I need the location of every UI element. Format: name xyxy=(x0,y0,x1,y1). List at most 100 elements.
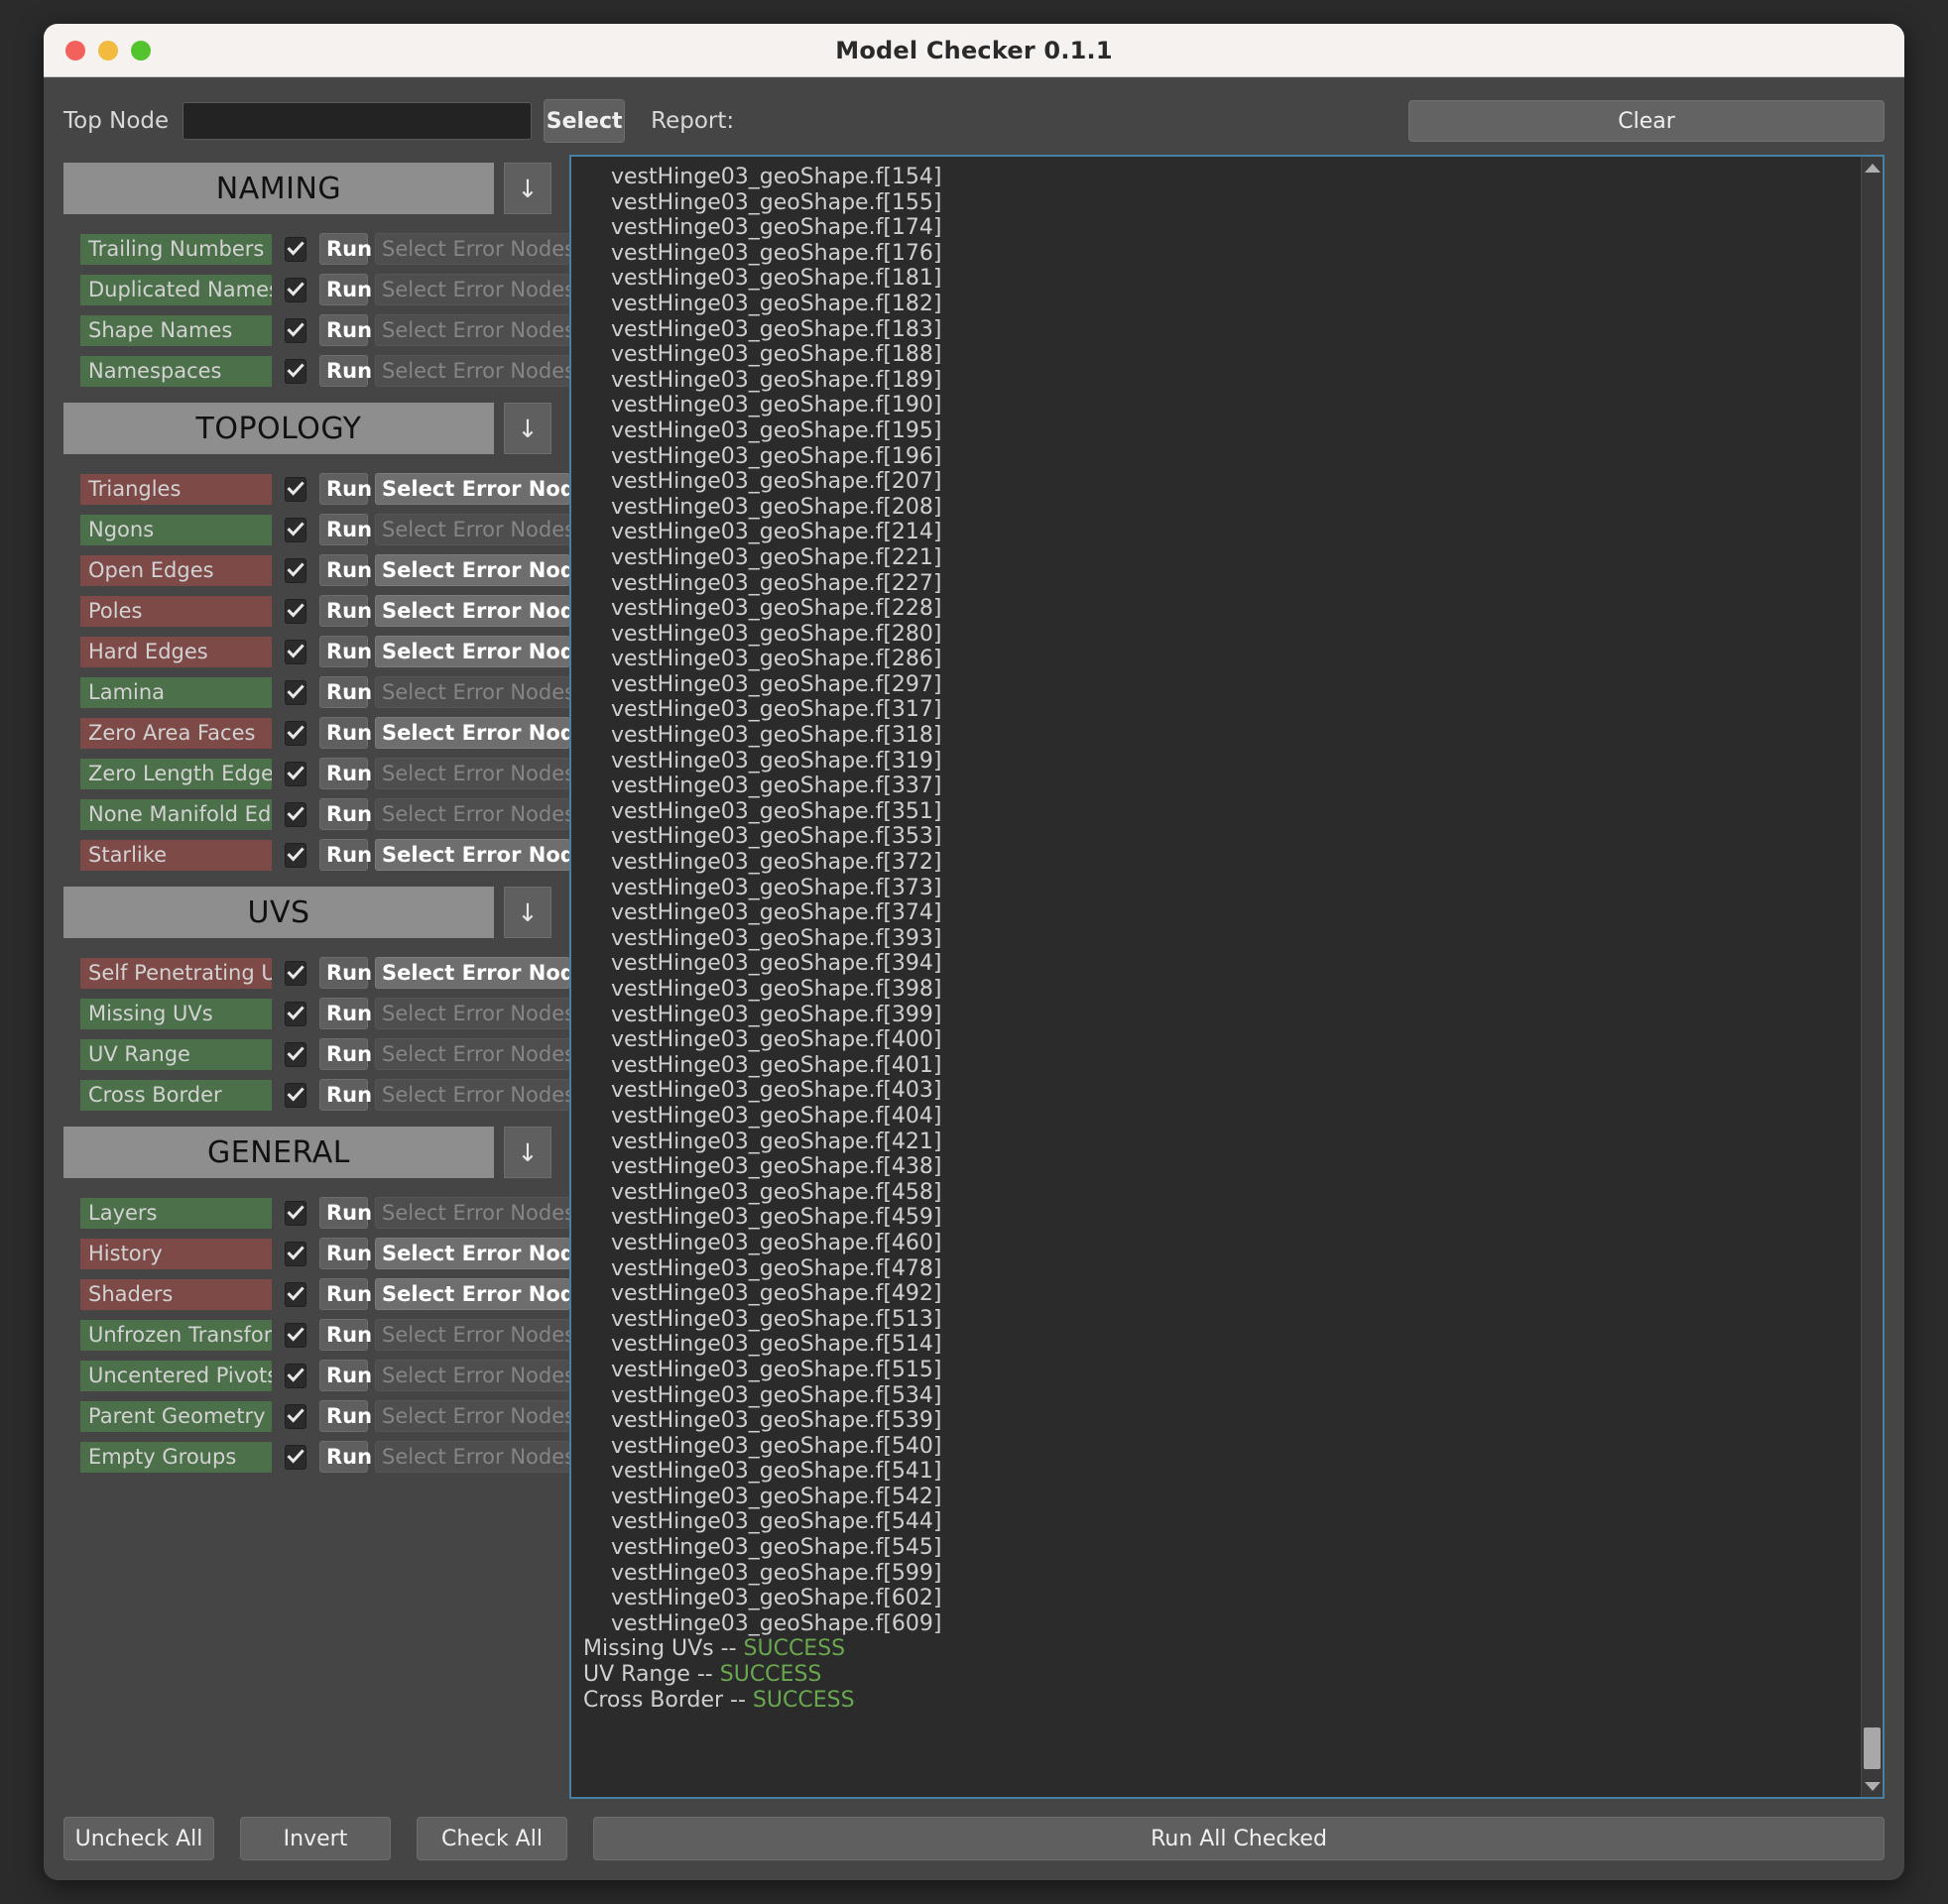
select-error-nodes-button[interactable]: Select Error Nodes xyxy=(375,717,602,749)
check-checkbox[interactable] xyxy=(285,679,306,705)
check-label[interactable]: Unfrozen Transforms xyxy=(80,1319,272,1351)
check-label[interactable]: Poles xyxy=(80,595,272,627)
run-check-button[interactable]: Run xyxy=(319,1079,372,1111)
collapse-arrow-down-icon[interactable]: ↓ xyxy=(504,1127,551,1178)
check-checkbox[interactable] xyxy=(285,1444,306,1470)
check-checkbox[interactable] xyxy=(285,639,306,664)
check-label[interactable]: Starlike xyxy=(80,839,272,871)
check-all-button[interactable]: Check All xyxy=(417,1817,567,1860)
run-check-button[interactable]: Run xyxy=(319,473,372,505)
scroll-down-icon[interactable] xyxy=(1862,1775,1883,1797)
run-check-button[interactable]: Run xyxy=(319,839,372,871)
run-check-button[interactable]: Run xyxy=(319,676,372,708)
run-check-button[interactable]: Run xyxy=(319,717,372,749)
check-label[interactable]: Self Penetrating UVs xyxy=(80,957,272,989)
check-label[interactable]: Open Edges xyxy=(80,554,272,586)
run-check-button[interactable]: Run xyxy=(319,1038,372,1070)
run-check-button[interactable]: Run xyxy=(319,957,372,989)
collapse-arrow-down-icon[interactable]: ↓ xyxy=(504,887,551,938)
check-label[interactable]: Zero Area Faces xyxy=(80,717,272,749)
check-checkbox[interactable] xyxy=(285,1322,306,1348)
run-check-button[interactable]: Run xyxy=(319,758,372,789)
check-checkbox[interactable] xyxy=(285,1403,306,1429)
run-check-button[interactable]: Run xyxy=(319,1360,372,1391)
check-label[interactable]: Lamina xyxy=(80,676,272,708)
run-check-button[interactable]: Run xyxy=(319,1319,372,1351)
check-checkbox[interactable] xyxy=(285,1041,306,1067)
check-checkbox[interactable] xyxy=(285,842,306,868)
run-check-button[interactable]: Run xyxy=(319,314,372,346)
check-label[interactable]: Layers xyxy=(80,1197,272,1229)
scroll-up-icon[interactable] xyxy=(1862,157,1883,178)
check-checkbox[interactable] xyxy=(285,960,306,986)
check-label[interactable]: Hard Edges xyxy=(80,636,272,667)
select-button[interactable]: Select xyxy=(544,99,626,143)
run-check-button[interactable]: Run xyxy=(319,595,372,627)
category-header-general[interactable]: GENERAL xyxy=(63,1127,494,1178)
run-check-button[interactable]: Run xyxy=(319,554,372,586)
minimize-window-icon[interactable] xyxy=(98,40,118,60)
uncheck-all-button[interactable]: Uncheck All xyxy=(63,1817,214,1860)
close-window-icon[interactable] xyxy=(65,40,85,60)
check-label[interactable]: Shaders xyxy=(80,1278,272,1310)
check-label[interactable]: Zero Length Edges xyxy=(80,758,272,789)
check-checkbox[interactable] xyxy=(285,1363,306,1388)
run-check-button[interactable]: Run xyxy=(319,1278,372,1310)
select-error-nodes-button[interactable]: Select Error Nodes xyxy=(375,1278,602,1310)
check-label[interactable]: Namespaces xyxy=(80,355,272,387)
run-check-button[interactable]: Run xyxy=(319,1400,372,1432)
run-check-button[interactable]: Run xyxy=(319,1441,372,1473)
check-label[interactable]: None Manifold Edges xyxy=(80,798,272,830)
scrollbar-thumb[interactable] xyxy=(1864,1727,1881,1769)
check-checkbox[interactable] xyxy=(285,236,306,262)
select-error-nodes-button[interactable]: Select Error Nodes xyxy=(375,595,602,627)
check-checkbox[interactable] xyxy=(285,1082,306,1108)
invert-button[interactable]: Invert xyxy=(240,1817,391,1860)
select-error-nodes-button[interactable]: Select Error Nodes xyxy=(375,636,602,667)
check-checkbox[interactable] xyxy=(285,720,306,746)
check-checkbox[interactable] xyxy=(285,761,306,786)
run-check-button[interactable]: Run xyxy=(319,514,372,545)
select-error-nodes-button[interactable]: Select Error Nodes xyxy=(375,839,602,871)
check-label[interactable]: Parent Geometry xyxy=(80,1400,272,1432)
run-check-button[interactable]: Run xyxy=(319,636,372,667)
collapse-arrow-down-icon[interactable]: ↓ xyxy=(504,403,551,454)
check-checkbox[interactable] xyxy=(285,317,306,343)
run-check-button[interactable]: Run xyxy=(319,798,372,830)
check-checkbox[interactable] xyxy=(285,1001,306,1026)
category-header-uvs[interactable]: UVS xyxy=(63,887,494,938)
top-node-input[interactable] xyxy=(183,102,533,140)
select-error-nodes-button[interactable]: Select Error Nodes xyxy=(375,554,602,586)
clear-report-button[interactable]: Clear xyxy=(1408,100,1885,142)
check-label[interactable]: Ngons xyxy=(80,514,272,545)
check-label[interactable]: Triangles xyxy=(80,473,272,505)
zoom-window-icon[interactable] xyxy=(131,40,151,60)
run-check-button[interactable]: Run xyxy=(319,998,372,1029)
check-checkbox[interactable] xyxy=(285,277,306,302)
check-checkbox[interactable] xyxy=(285,1241,306,1266)
check-label[interactable]: Shape Names xyxy=(80,314,272,346)
category-header-naming[interactable]: NAMING xyxy=(63,163,494,214)
check-label[interactable]: UV Range xyxy=(80,1038,272,1070)
run-check-button[interactable]: Run xyxy=(319,355,372,387)
run-check-button[interactable]: Run xyxy=(319,233,372,265)
select-error-nodes-button[interactable]: Select Error Nodes xyxy=(375,1238,602,1269)
check-checkbox[interactable] xyxy=(285,1281,306,1307)
check-checkbox[interactable] xyxy=(285,1200,306,1226)
check-label[interactable]: Missing UVs xyxy=(80,998,272,1029)
category-header-topology[interactable]: TOPOLOGY xyxy=(63,403,494,454)
check-checkbox[interactable] xyxy=(285,517,306,542)
run-all-checked-button[interactable]: Run All Checked xyxy=(593,1817,1885,1860)
check-label[interactable]: Cross Border xyxy=(80,1079,272,1111)
report-scrollbar[interactable] xyxy=(1861,157,1883,1797)
collapse-arrow-down-icon[interactable]: ↓ xyxy=(504,163,551,214)
check-label[interactable]: Duplicated Names xyxy=(80,274,272,305)
select-error-nodes-button[interactable]: Select Error Nodes xyxy=(375,473,602,505)
run-check-button[interactable]: Run xyxy=(319,1197,372,1229)
run-check-button[interactable]: Run xyxy=(319,274,372,305)
check-label[interactable]: Empty Groups xyxy=(80,1441,272,1473)
check-checkbox[interactable] xyxy=(285,801,306,827)
check-label[interactable]: Trailing Numbers xyxy=(80,233,272,265)
check-label[interactable]: History xyxy=(80,1238,272,1269)
check-label[interactable]: Uncentered Pivots xyxy=(80,1360,272,1391)
